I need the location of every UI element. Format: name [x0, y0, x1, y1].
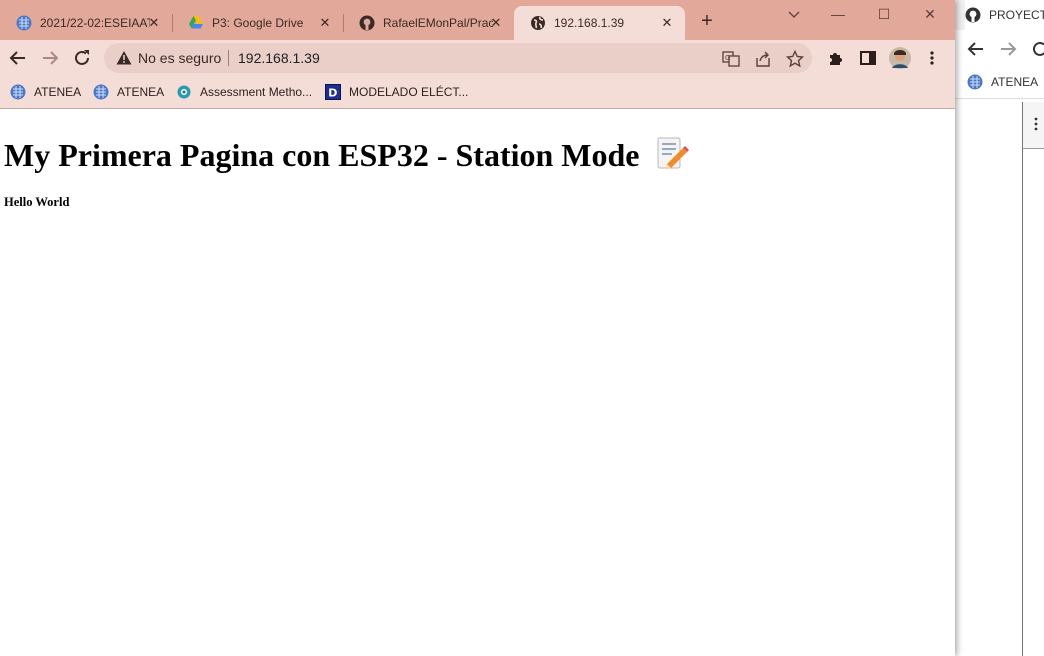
- bookmark-assessment[interactable]: Assessment Metho...: [176, 82, 312, 102]
- bookmark-label: MODELADO ELÉCT...: [349, 85, 469, 99]
- arrow-right-icon: [43, 51, 59, 65]
- tab-active-ip[interactable]: 192.168.1.39 ✕: [514, 6, 685, 40]
- avatar-icon: [889, 47, 911, 69]
- translate-icon[interactable]: G: [722, 50, 740, 68]
- forward-button[interactable]: [38, 46, 62, 70]
- puzzle-icon: [830, 53, 842, 65]
- browser-window: 2021/22-02:ESEIAAT ✕ P3: Google Drive ✕ …: [0, 0, 955, 656]
- more-menu-button[interactable]: [920, 46, 944, 70]
- side-panel-button[interactable]: [856, 46, 880, 70]
- letter-d-icon: D: [325, 84, 341, 100]
- maximize-button[interactable]: ☐: [874, 4, 894, 24]
- profile-avatar[interactable]: [888, 46, 912, 70]
- gear-flower-icon: [177, 85, 191, 99]
- reload-icon[interactable]: [1031, 40, 1044, 58]
- bookmark-atenea-2[interactable]: ATENEA: [93, 82, 164, 102]
- bookmark-modelado[interactable]: D MODELADO ELÉCT...: [325, 82, 468, 102]
- background-tab-strip: PROYECT: [955, 0, 1044, 30]
- share-icon[interactable]: [754, 50, 772, 68]
- tab-close-icon[interactable]: ✕: [488, 15, 504, 31]
- memo-pencil-icon: [657, 137, 689, 169]
- tab-title: P3: Google Drive: [212, 16, 304, 30]
- bookmark-label: ATENEA: [117, 85, 165, 99]
- page-body-text: Hello World: [4, 195, 70, 209]
- tab-title: 2021/22-02:ESEIAAT: [40, 16, 150, 30]
- background-browser-window[interactable]: PROYECT ATENEA: [955, 0, 1044, 656]
- extensions-button[interactable]: [824, 46, 848, 70]
- tab-strip: 2021/22-02:ESEIAAT ✕ P3: Google Drive ✕ …: [0, 0, 955, 40]
- tab-close-icon[interactable]: ✕: [317, 15, 333, 31]
- svg-text:G: G: [725, 54, 730, 62]
- background-tab[interactable]: PROYECT: [965, 0, 1044, 30]
- bookmark-label: ATENEA: [34, 85, 82, 99]
- side-panel-icon: [860, 51, 876, 65]
- close-window-button[interactable]: ✕: [920, 4, 940, 24]
- github-icon: [965, 7, 981, 23]
- minimize-button[interactable]: —: [828, 4, 848, 24]
- globe-icon: [531, 16, 545, 30]
- page-title: My Primera Pagina con ESP32 - Station Mo…: [4, 137, 640, 173]
- bookmark-label: ATENEA: [991, 75, 1039, 89]
- tab-close-icon[interactable]: ✕: [659, 15, 675, 31]
- bookmarks-bar: ATENEA ATENEA Assessment Metho... D MODE…: [0, 76, 955, 109]
- reload-button[interactable]: [70, 46, 94, 70]
- tab-google-drive[interactable]: P3: Google Drive ✕: [172, 6, 344, 40]
- tab-title: RafaelEMonPal/Prac: [383, 16, 493, 30]
- bookmark-star-icon[interactable]: [786, 50, 804, 68]
- atenea-globe-icon: [967, 74, 983, 90]
- page-content: My Primera Pagina con ESP32 - Station Mo…: [0, 109, 955, 656]
- atenea-globe-icon: [10, 84, 26, 100]
- github-icon: [359, 15, 375, 31]
- background-bookmarks-bar: ATENEA: [955, 68, 1044, 99]
- arrow-right-icon[interactable]: [999, 40, 1017, 58]
- tab-search-chevron-icon[interactable]: [784, 4, 804, 24]
- reload-icon: [75, 50, 89, 65]
- bookmark-atenea-1[interactable]: ATENEA: [10, 82, 81, 102]
- tab-eseiaat[interactable]: 2021/22-02:ESEIAAT ✕: [0, 6, 173, 40]
- omnibox-divider: [228, 50, 229, 66]
- address-bar[interactable]: No es seguro 192.168.1.39 G: [104, 43, 812, 73]
- tab-title: 192.168.1.39: [554, 16, 625, 30]
- atenea-globe-icon: [16, 15, 32, 31]
- tab-github[interactable]: RafaelEMonPal/Prac ✕: [343, 6, 514, 40]
- background-toolbar: [955, 30, 1044, 68]
- kebab-menu-icon[interactable]: [1033, 116, 1039, 132]
- arrow-left-icon: [9, 51, 25, 65]
- security-status-label[interactable]: No es seguro: [138, 50, 221, 66]
- background-side-panel: [1022, 102, 1044, 656]
- browser-toolbar: No es seguro 192.168.1.39 G: [0, 40, 955, 76]
- background-panel-header: [1022, 102, 1044, 149]
- arrow-left-icon[interactable]: [967, 40, 985, 58]
- background-bookmark-atenea[interactable]: ATENEA: [967, 74, 1038, 90]
- atenea-globe-icon: [93, 84, 109, 100]
- warning-triangle-icon[interactable]: [116, 50, 132, 66]
- google-drive-icon: [189, 16, 203, 29]
- kebab-menu-icon: [930, 51, 934, 65]
- svg-text:D: D: [328, 87, 337, 100]
- background-tab-title: PROYECT: [989, 8, 1044, 22]
- new-tab-button[interactable]: +: [697, 11, 717, 31]
- bookmark-label: Assessment Metho...: [200, 85, 313, 99]
- tab-close-icon[interactable]: ✕: [146, 15, 162, 31]
- url-text[interactable]: 192.168.1.39: [238, 50, 320, 66]
- back-button[interactable]: [6, 46, 30, 70]
